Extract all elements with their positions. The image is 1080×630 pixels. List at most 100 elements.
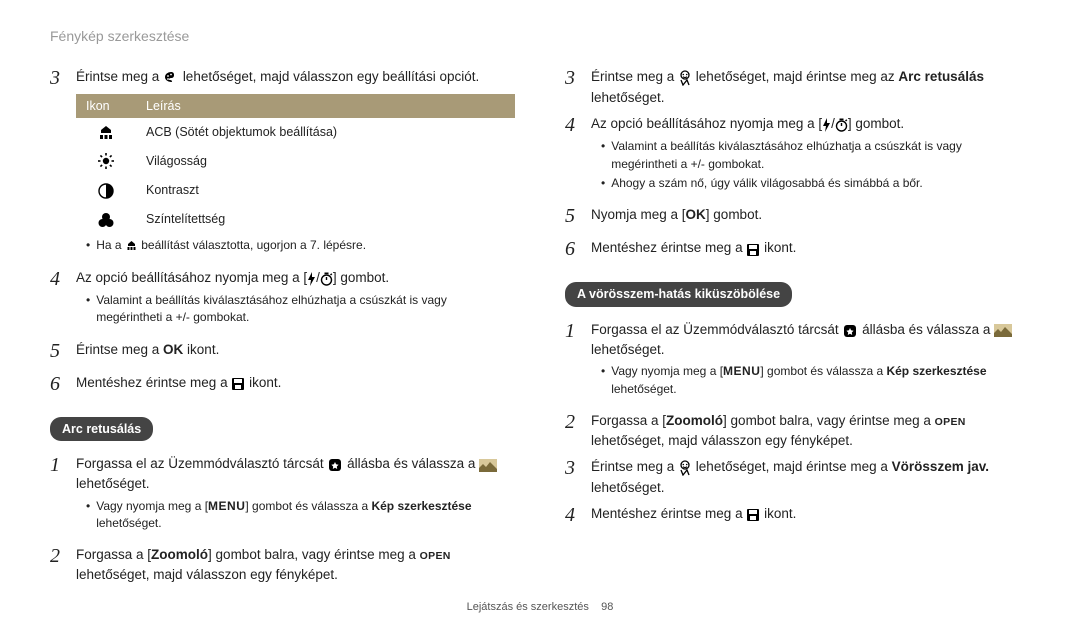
- step-number: 5: [565, 202, 591, 231]
- text: Mentéshez érintse meg a: [591, 506, 746, 521]
- right-step-3: 3 Érintse meg a lehetőséget, majd érints…: [565, 64, 1030, 107]
- menu-label: MENU: [723, 363, 760, 380]
- text: lehetőséget, majd érintse meg a: [692, 459, 892, 474]
- contrast-icon: [97, 181, 115, 200]
- table-header-desc: Leírás: [136, 94, 515, 118]
- left-step-3: 3 Érintse meg a lehetőséget, majd válass…: [50, 64, 515, 260]
- save-icon: [746, 505, 760, 525]
- table-row: ACB (Sötét objektumok beállítása): [76, 118, 515, 147]
- left-step-6: 6 Mentéshez érintse meg a ikont.: [50, 370, 515, 399]
- step-number: 5: [50, 337, 76, 366]
- left-step-4: 4 Az opció beállításához nyomja meg a [/…: [50, 265, 515, 333]
- note-text: Valamint a beállítás kiválasztásához elh…: [591, 138, 1030, 173]
- table-row: Világosság: [76, 146, 515, 175]
- bold-text: Arc retusálás: [898, 69, 984, 84]
- page-footer: Lejátszás és szerkesztés 98: [0, 600, 1080, 616]
- face-tool-icon: [678, 68, 692, 88]
- step-number: 6: [565, 235, 591, 264]
- text: Forgassa el az Üzemmódválasztó tárcsát: [76, 456, 327, 471]
- note-text: Ha a beállítást választotta, ugorjon a 7…: [76, 237, 515, 255]
- mode-dial-icon: [327, 455, 343, 475]
- text: Az opció beállításához nyomja meg a [: [591, 116, 822, 131]
- text: Mentéshez érintse meg a: [76, 375, 231, 390]
- text: ikont.: [760, 240, 796, 255]
- text: Érintse meg a: [591, 459, 678, 474]
- table-cell: Kontraszt: [136, 175, 515, 204]
- right-red-step-4: 4 Mentéshez érintse meg a ikont.: [565, 501, 1030, 530]
- left-step-5: 5 Érintse meg a OK ikont.: [50, 337, 515, 366]
- step-number: 3: [565, 64, 591, 93]
- bold-text: Vörösszem jav.: [892, 459, 989, 474]
- right-red-step-2: 2 Forgassa a [Zoomoló] gombot balra, vag…: [565, 408, 1030, 450]
- landscape-thumb-icon: [479, 455, 497, 475]
- timer-icon: [320, 268, 333, 288]
- left-face-step-1: 1 Forgassa el az Üzemmódválasztó tárcsát…: [50, 451, 515, 539]
- text: Érintse meg a: [76, 69, 163, 84]
- note-text: Valamint a beállítás kiválasztásához elh…: [76, 292, 515, 327]
- right-step-4: 4 Az opció beállításához nyomja meg a [/…: [565, 111, 1030, 198]
- right-step-5: 5 Nyomja meg a [OK] gombot.: [565, 202, 1030, 231]
- saturation-icon: [97, 210, 115, 228]
- flash-icon: [822, 115, 831, 135]
- table-row: Színtelítettség: [76, 205, 515, 234]
- text: lehetőséget.: [591, 342, 665, 357]
- text: ] gombot.: [706, 207, 762, 222]
- note-text: Ahogy a szám nő, úgy válik világosabbá é…: [591, 175, 1030, 192]
- section-badge-redeye: A vörösszem-hatás kiküszöbölése: [565, 282, 792, 306]
- text: ikont.: [183, 342, 219, 357]
- step-number: 3: [565, 454, 591, 483]
- right-step-6: 6 Mentéshez érintse meg a ikont.: [565, 235, 1030, 264]
- acb-small-icon: [125, 237, 138, 254]
- text: Nyomja meg a [: [591, 207, 686, 222]
- footer-page: 98: [601, 601, 613, 613]
- table-row: Kontraszt: [76, 175, 515, 204]
- timer-icon: [835, 115, 848, 135]
- right-column: 3 Érintse meg a lehetőséget, majd érints…: [565, 64, 1030, 588]
- text: ] gombot.: [848, 116, 904, 131]
- left-column: 3 Érintse meg a lehetőséget, majd válass…: [50, 64, 515, 588]
- right-red-step-1: 1 Forgassa el az Üzemmódválasztó tárcsát…: [565, 317, 1030, 405]
- save-icon: [231, 373, 245, 393]
- step-number: 3: [50, 64, 76, 93]
- text: ] gombot balra, vagy érintse meg a: [208, 547, 420, 562]
- text: ] gombot.: [333, 270, 389, 285]
- footer-section: Lejátszás és szerkesztés: [467, 601, 589, 613]
- step-number: 6: [50, 370, 76, 399]
- text: Forgassa a [: [591, 413, 666, 428]
- manual-page: Fénykép szerkesztése 3 Érintse meg a leh…: [0, 0, 1080, 609]
- text: Érintse meg a: [76, 342, 163, 357]
- save-icon: [746, 239, 760, 259]
- text: állásba és válassza a: [858, 322, 994, 337]
- step-number: 1: [50, 451, 76, 480]
- menu-label: MENU: [208, 498, 245, 515]
- section-badge-face-retouch: Arc retusálás: [50, 417, 153, 441]
- left-face-step-2: 2 Forgassa a [Zoomoló] gombot balra, vag…: [50, 542, 515, 584]
- open-label: OPEN: [420, 550, 451, 562]
- table-cell: Színtelítettség: [136, 205, 515, 234]
- ok-label: OK: [163, 342, 183, 357]
- note-text: Vagy nyomja meg a [MENU] gombot és válas…: [591, 363, 1030, 398]
- text: ] gombot balra, vagy érintse meg a: [723, 413, 935, 428]
- text: lehetőséget, majd válasszon egy fényképe…: [591, 433, 853, 448]
- table-cell: Világosság: [136, 146, 515, 175]
- face-tool-icon: [678, 458, 692, 478]
- mode-dial-icon: [842, 320, 858, 340]
- text: lehetőséget.: [591, 90, 665, 105]
- table-header-icon: Ikon: [76, 94, 136, 118]
- text: lehetőséget, majd válasszon egy fényképe…: [76, 567, 338, 582]
- step-number: 4: [565, 111, 591, 140]
- palette-icon: [163, 68, 179, 88]
- step-number: 1: [565, 317, 591, 346]
- text: állásba és válassza a: [343, 456, 479, 471]
- zoom-label: Zoomoló: [666, 413, 723, 428]
- text: ikont.: [245, 375, 281, 390]
- text: Érintse meg a: [591, 69, 678, 84]
- text: Mentéshez érintse meg a: [591, 240, 746, 255]
- right-red-step-3: 3 Érintse meg a lehetőséget, majd érints…: [565, 454, 1030, 497]
- two-column-layout: 3 Érintse meg a lehetőséget, majd válass…: [50, 64, 1030, 588]
- brightness-icon: [97, 152, 115, 171]
- flash-icon: [307, 268, 316, 288]
- acb-icon: [97, 123, 115, 141]
- open-label: OPEN: [935, 416, 966, 428]
- text: lehetőséget.: [76, 476, 150, 491]
